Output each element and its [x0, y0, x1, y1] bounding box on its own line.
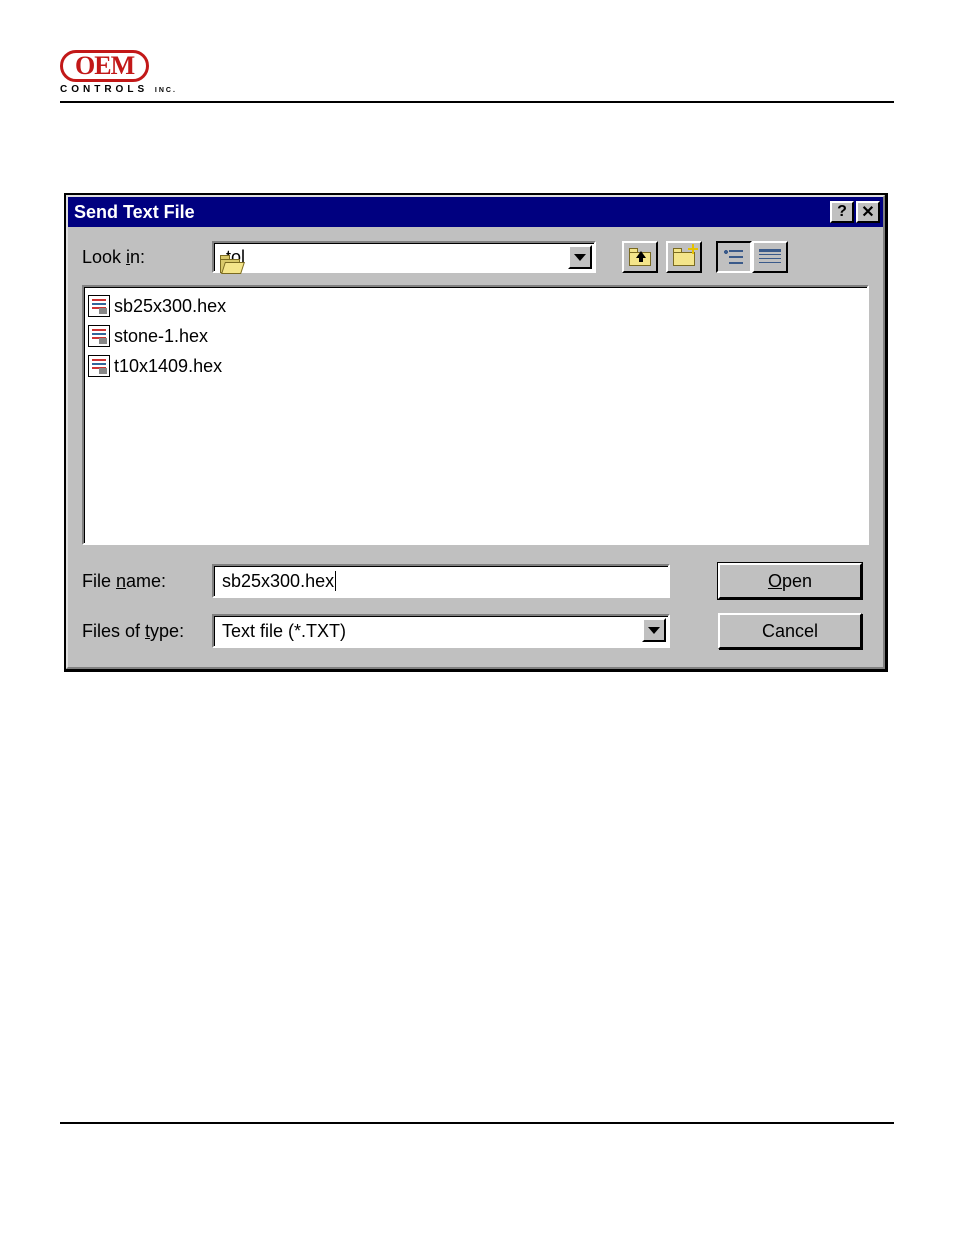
file-name: sb25x300.hex: [114, 296, 226, 317]
files-of-type-dropdown-button[interactable]: [642, 618, 666, 642]
logo: OEM CONTROLS INC.: [60, 50, 894, 95]
list-item[interactable]: stone-1.hex: [88, 321, 863, 351]
new-folder-icon: [673, 248, 695, 266]
details-view-icon: [759, 249, 781, 265]
look-in-label: Look in:: [82, 247, 212, 268]
up-folder-icon: [629, 248, 651, 266]
logo-text: OEM: [60, 50, 149, 82]
file-name: t10x1409.hex: [114, 356, 222, 377]
list-view-button[interactable]: [716, 241, 752, 273]
list-item[interactable]: t10x1409.hex: [88, 351, 863, 381]
details-view-button[interactable]: [752, 241, 788, 273]
file-name-label: File name:: [82, 571, 212, 592]
open-button[interactable]: Open: [718, 563, 862, 599]
help-icon: ?: [837, 203, 847, 221]
list-view-icon: [723, 249, 745, 265]
look-in-combo[interactable]: tol: [212, 241, 596, 273]
file-name-input[interactable]: sb25x300.hex: [212, 564, 670, 598]
files-of-type-combo[interactable]: Text file (*.TXT): [212, 614, 670, 648]
send-text-file-dialog: Send Text File ? ✕ Look in: tol: [64, 193, 888, 672]
chevron-down-icon: [648, 627, 660, 634]
cancel-button[interactable]: Cancel: [718, 613, 862, 649]
logo-subtext: CONTROLS INC.: [60, 84, 177, 95]
look-in-dropdown-button[interactable]: [568, 245, 592, 269]
file-icon: [88, 355, 110, 377]
file-icon: [88, 325, 110, 347]
close-button[interactable]: ✕: [856, 201, 880, 223]
up-one-level-button[interactable]: [622, 241, 658, 273]
chevron-down-icon: [574, 254, 586, 261]
files-of-type-label: Files of type:: [82, 621, 212, 642]
help-button[interactable]: ?: [830, 201, 854, 223]
list-item[interactable]: sb25x300.hex: [88, 291, 863, 321]
file-icon: [88, 295, 110, 317]
close-icon: ✕: [861, 202, 874, 222]
file-list[interactable]: sb25x300.hex stone-1.hex t10x1409.hex: [82, 285, 869, 545]
file-name: stone-1.hex: [114, 326, 208, 347]
titlebar: Send Text File ? ✕: [68, 197, 883, 227]
footer-rule: [60, 1122, 894, 1124]
create-new-folder-button[interactable]: [666, 241, 702, 273]
dialog-title: Send Text File: [74, 202, 195, 223]
